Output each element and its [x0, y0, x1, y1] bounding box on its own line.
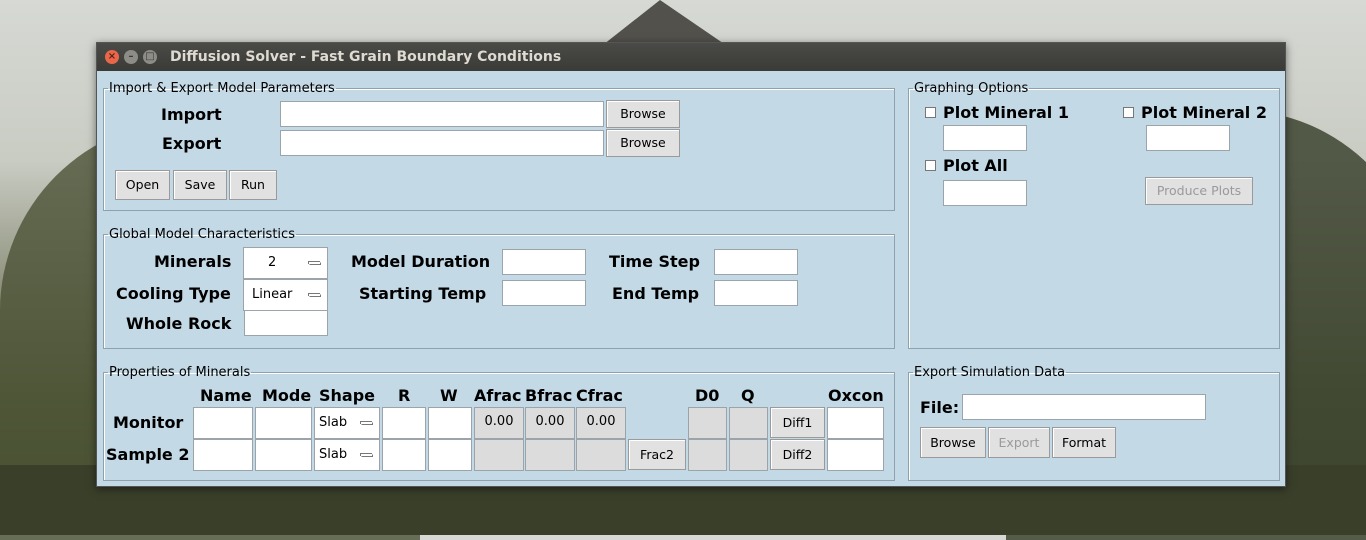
header-oxcon: Oxcon [828, 386, 884, 405]
export-browse-button[interactable]: Browse [606, 129, 680, 157]
open-button[interactable]: Open [115, 170, 170, 200]
monitor-name-input[interactable] [193, 407, 253, 439]
model-duration-label: Model Duration [351, 252, 491, 271]
sample2-bfrac-cell [525, 439, 575, 471]
close-icon[interactable]: × [105, 50, 119, 64]
monitor-q-cell [729, 407, 768, 439]
export-sim-export-button[interactable]: Export [988, 427, 1050, 458]
save-button[interactable]: Save [173, 170, 227, 200]
header-mode: Mode [262, 386, 312, 405]
export-sim-browse-button[interactable]: Browse [920, 427, 986, 458]
plot-all-label: Plot All [943, 156, 1008, 175]
monitor-bfrac-value: 0.00 [535, 414, 565, 429]
sample2-q-cell [729, 439, 768, 471]
whole-rock-input[interactable] [244, 310, 328, 336]
starting-temp-label: Starting Temp [359, 284, 487, 303]
monitor-w-input[interactable] [428, 407, 472, 439]
header-cfrac: Cfrac [576, 386, 623, 405]
produce-plots-button[interactable]: Produce Plots [1145, 177, 1253, 205]
minerals-label: Minerals [154, 252, 232, 271]
global-model-legend: Global Model Characteristics [109, 227, 295, 242]
combo-indicator-icon [361, 454, 373, 457]
graphing-options-legend: Graphing Options [914, 81, 1029, 96]
window-title: Diffusion Solver - Fast Grain Boundary C… [170, 49, 562, 65]
maximize-icon[interactable]: □ [143, 50, 157, 64]
monitor-shape-value: Slab [319, 415, 348, 430]
header-name: Name [200, 386, 252, 405]
import-export-legend: Import & Export Model Parameters [109, 81, 335, 96]
combo-indicator-icon [309, 262, 321, 265]
sample2-mode-input[interactable] [255, 439, 312, 471]
plot-all-input[interactable] [943, 180, 1027, 206]
export-path-input[interactable] [280, 130, 604, 156]
header-w: W [440, 386, 458, 405]
row-label-monitor: Monitor [113, 413, 184, 432]
monitor-d0-cell [688, 407, 727, 439]
cooling-type-value: Linear [252, 287, 293, 302]
header-r: R [398, 386, 411, 405]
monitor-mode-input[interactable] [255, 407, 312, 439]
minimize-icon[interactable]: – [124, 50, 138, 64]
combo-indicator-icon [309, 294, 321, 297]
starting-temp-input[interactable] [502, 280, 586, 306]
cooling-type-label: Cooling Type [116, 284, 231, 303]
model-duration-input[interactable] [502, 249, 586, 275]
title-bar[interactable]: × – □ Diffusion Solver - Fast Grain Boun… [97, 43, 1285, 71]
sample2-d0-cell [688, 439, 727, 471]
time-step-label: Time Step [609, 252, 700, 271]
sample2-oxcon-input[interactable] [827, 439, 884, 471]
plot-mineral-1-checkbox[interactable] [925, 107, 936, 118]
sample2-afrac-cell [474, 439, 524, 471]
header-afrac: Afrac [474, 386, 522, 405]
plot-mineral-1-input[interactable] [943, 125, 1027, 151]
import-browse-button[interactable]: Browse [606, 100, 680, 128]
sample2-cfrac-cell [576, 439, 626, 471]
time-step-input[interactable] [714, 249, 798, 275]
end-temp-label: End Temp [612, 284, 700, 303]
sample2-r-input[interactable] [382, 439, 426, 471]
sample2-shape-value: Slab [319, 447, 348, 462]
run-button[interactable]: Run [229, 170, 277, 200]
monitor-afrac-value: 0.00 [484, 414, 514, 429]
file-input[interactable] [962, 394, 1206, 420]
diff2-button[interactable]: Diff2 [770, 439, 825, 470]
plot-mineral-2-input[interactable] [1146, 125, 1230, 151]
minerals-value: 2 [268, 255, 277, 270]
properties-legend: Properties of Minerals [109, 365, 251, 380]
header-shape: Shape [319, 386, 376, 405]
header-q: Q [741, 386, 755, 405]
monitor-oxcon-input[interactable] [827, 407, 884, 439]
export-sim-legend: Export Simulation Data [914, 365, 1066, 380]
format-button[interactable]: Format [1052, 427, 1116, 458]
diff1-button[interactable]: Diff1 [770, 407, 825, 438]
row-label-sample-2: Sample 2 [106, 445, 190, 464]
file-label: File: [920, 398, 960, 417]
sample2-w-input[interactable] [428, 439, 472, 471]
app-window: × – □ Diffusion Solver - Fast Grain Boun… [96, 42, 1286, 487]
whole-rock-label: Whole Rock [126, 314, 232, 333]
sample2-shape-select[interactable]: Slab [314, 439, 380, 471]
plot-mineral-1-label: Plot Mineral 1 [943, 103, 1069, 122]
import-path-input[interactable] [280, 101, 604, 127]
combo-indicator-icon [361, 422, 373, 425]
cooling-type-select[interactable]: Linear [243, 279, 328, 311]
monitor-cfrac-value: 0.00 [586, 414, 616, 429]
minerals-select[interactable]: 2 [243, 247, 328, 279]
export-sim-frame: Export Simulation Data [908, 365, 1280, 481]
plot-mineral-2-checkbox[interactable] [1123, 107, 1134, 118]
header-bfrac: Bfrac [525, 386, 573, 405]
monitor-shape-select[interactable]: Slab [314, 407, 380, 439]
sample2-name-input[interactable] [193, 439, 253, 471]
import-label: Import [161, 105, 222, 124]
plot-all-checkbox[interactable] [925, 160, 936, 171]
monitor-r-input[interactable] [382, 407, 426, 439]
plot-mineral-2-label: Plot Mineral 2 [1141, 103, 1267, 122]
export-label: Export [162, 134, 222, 153]
header-d0: D0 [695, 386, 720, 405]
end-temp-input[interactable] [714, 280, 798, 306]
frac2-button[interactable]: Frac2 [628, 439, 686, 470]
